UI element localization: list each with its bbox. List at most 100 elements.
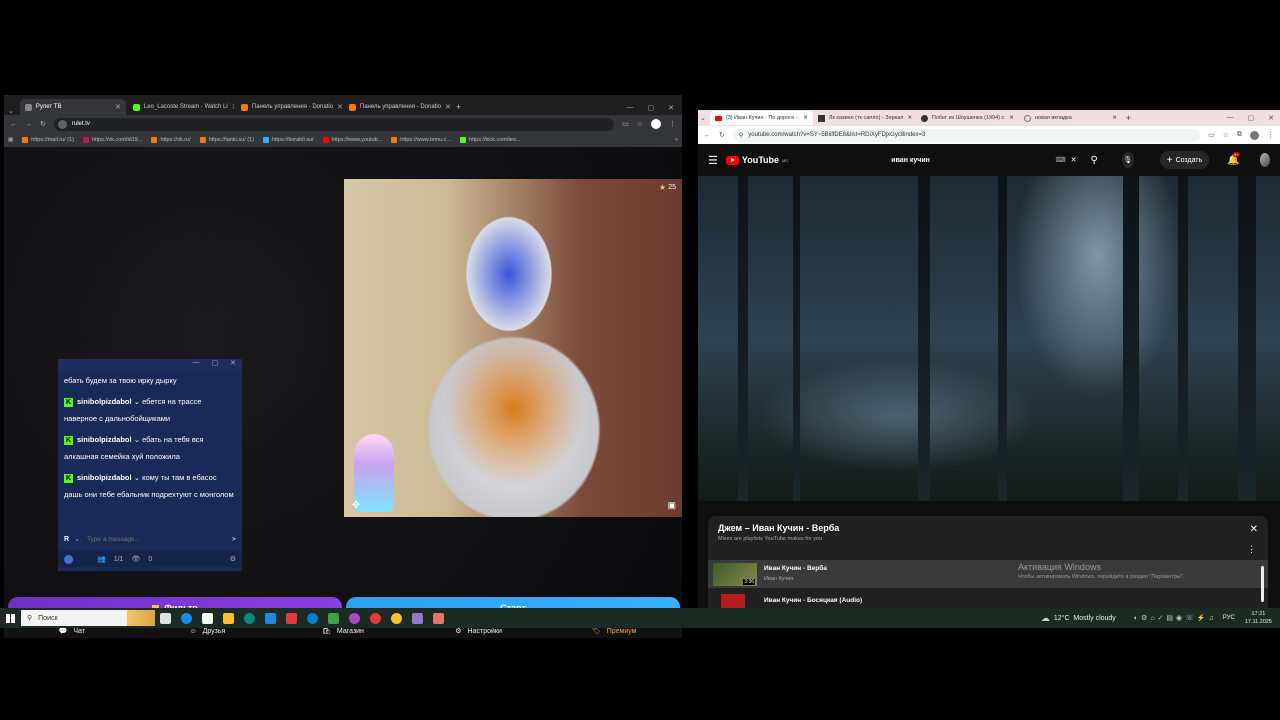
playlist-item[interactable]: 3:36 Иван Кучин - Верба Иван Кучин Актив… bbox=[708, 560, 1268, 588]
clear-search-icon[interactable]: ✕ bbox=[1071, 156, 1077, 164]
close-icon[interactable]: ✕ bbox=[908, 115, 913, 121]
bookmark-item[interactable]: https://vk.com/id19... bbox=[83, 137, 142, 143]
back-icon[interactable]: ← bbox=[704, 132, 711, 139]
bookmark-star-icon[interactable]: ☆ bbox=[1223, 131, 1229, 139]
bookmark-item[interactable]: https://tanki.su/ (1) bbox=[199, 137, 254, 143]
tab-shawshank[interactable]: Побег из Шоушенка (1994) с ✕ bbox=[916, 111, 1019, 125]
tab-search-icon[interactable]: ⌄ bbox=[700, 114, 706, 122]
chrome-icon[interactable] bbox=[370, 612, 381, 624]
terminal-icon[interactable] bbox=[202, 612, 213, 624]
more-vert-icon[interactable]: ⋮ bbox=[1247, 544, 1256, 555]
profile-icon[interactable] bbox=[651, 119, 661, 129]
close-window-icon[interactable]: ✕ bbox=[668, 104, 674, 112]
bookmark-item[interactable]: https://kick.com/leo... bbox=[460, 137, 520, 143]
windows-start-icon[interactable] bbox=[6, 613, 15, 623]
install-icon[interactable]: ▭ bbox=[622, 120, 629, 128]
gear-icon[interactable]: ⚙ bbox=[230, 555, 242, 563]
globe-app-icon[interactable] bbox=[307, 612, 318, 624]
forward-icon[interactable]: → bbox=[25, 121, 32, 128]
chat-badge[interactable]: R bbox=[64, 536, 69, 543]
tab-kick[interactable]: Leo_Lacoste Stream - Watch Li ✕ bbox=[128, 99, 234, 115]
language-indicator[interactable]: РУС bbox=[1223, 615, 1235, 621]
tab-casino[interactable]: Лк казино (тк сапло) - Зеркал ✕ bbox=[813, 111, 916, 125]
close-icon[interactable]: ✕ bbox=[803, 115, 808, 121]
search-icon[interactable]: ⚲ bbox=[1091, 155, 1098, 166]
scrollbar[interactable] bbox=[1261, 566, 1264, 602]
minimize-icon[interactable]: — bbox=[627, 104, 634, 112]
bookmark-star-icon[interactable]: ☆ bbox=[637, 120, 643, 128]
tab-youtube[interactable]: (3) Иван Кучин - По дороге - ✕ bbox=[709, 111, 813, 125]
chevron-down-icon[interactable]: ⌄ bbox=[74, 535, 80, 543]
tab-rulet[interactable]: Рулет ТВ ✕ bbox=[19, 99, 126, 115]
apps-grid-icon[interactable]: ▦ bbox=[8, 137, 13, 143]
close-icon[interactable]: ✕ bbox=[445, 103, 450, 111]
chat-username[interactable]: sinibolpizdabol bbox=[77, 473, 132, 482]
bookmarks-overflow-icon[interactable]: » bbox=[675, 137, 678, 143]
tray-icons[interactable]: ◐⚙⌂✓▤◉☏⚡♫ bbox=[1134, 614, 1217, 622]
url-field[interactable]: rulet.tv bbox=[53, 117, 615, 131]
chevron-down-icon[interactable]: ⌄ bbox=[134, 435, 140, 444]
stream-app-icon[interactable] bbox=[433, 612, 444, 624]
discord-icon[interactable] bbox=[412, 612, 423, 624]
maximize-icon[interactable]: ▢ bbox=[212, 359, 219, 370]
close-icon[interactable]: ✕ bbox=[232, 103, 234, 111]
bookmark-item[interactable]: https://korabli.su/ bbox=[262, 137, 314, 143]
move-icon[interactable]: ✥ bbox=[352, 500, 360, 511]
site-info-icon[interactable]: ⚲ bbox=[739, 132, 743, 139]
chat-username[interactable]: sinibolpizdabol bbox=[77, 397, 132, 406]
copilot-icon[interactable] bbox=[181, 612, 192, 624]
edge-icon[interactable] bbox=[244, 612, 255, 624]
cast-icon[interactable]: ▭ bbox=[1208, 131, 1215, 139]
nav-settings[interactable]: ⚙ Настройки bbox=[411, 627, 547, 636]
tab-new[interactable]: новая вкладка ✕ bbox=[1019, 111, 1122, 125]
close-icon[interactable]: ✕ bbox=[230, 359, 236, 370]
menu-icon[interactable]: ⋮ bbox=[1267, 131, 1274, 139]
task-view-icon[interactable] bbox=[160, 612, 171, 624]
bookmark-item[interactable]: https://www.temu.c... bbox=[391, 137, 451, 143]
chat-message-input[interactable] bbox=[84, 534, 227, 544]
reload-icon[interactable]: ↻ bbox=[719, 131, 725, 139]
clock[interactable]: 17:21 17.11.2025 bbox=[1245, 610, 1272, 626]
nav-premium[interactable]: 🏷 Премиум bbox=[546, 627, 682, 636]
url-field[interactable]: ⚲ youtube.com/watch?v=SY~5BiilfDE8&list=… bbox=[732, 128, 1201, 142]
settings-cog-icon[interactable] bbox=[64, 554, 73, 564]
close-icon[interactable]: ✕ bbox=[1009, 115, 1014, 121]
nav-shop[interactable]: 🛍 Магазин bbox=[275, 627, 411, 636]
ns-app-icon[interactable] bbox=[286, 612, 297, 624]
youtube-logo[interactable]: YouTube MD bbox=[725, 155, 788, 165]
steam-icon[interactable] bbox=[265, 612, 276, 624]
close-icon[interactable]: ✕ bbox=[1250, 524, 1258, 535]
new-tab-plus-icon[interactable]: + bbox=[1126, 113, 1131, 123]
create-button[interactable]: + Создать bbox=[1159, 151, 1210, 169]
youtube-search-box[interactable]: иван кучин ⌨ ✕ bbox=[891, 151, 1076, 169]
close-icon[interactable]: ✕ bbox=[337, 103, 342, 111]
weather-text[interactable]: 12°C Mostly cloudy bbox=[1054, 615, 1116, 622]
tab-donation-1[interactable]: Панель управления - Donatio ✕ bbox=[236, 99, 342, 115]
tab-donation-2[interactable]: Панель управления - Donatio ✕ bbox=[344, 99, 450, 115]
obs-icon[interactable] bbox=[391, 612, 402, 624]
bell-icon[interactable]: 🔔 9+ bbox=[1227, 151, 1240, 166]
bookmark-item[interactable]: https://www.youtub... bbox=[322, 137, 382, 143]
maximize-icon[interactable]: ▢ bbox=[1248, 114, 1255, 122]
keyboard-icon[interactable]: ⌨ bbox=[1056, 156, 1066, 164]
new-tab-plus-icon[interactable]: + bbox=[456, 102, 461, 112]
record-app-icon[interactable] bbox=[349, 612, 360, 624]
chevron-down-icon[interactable]: ⌄ bbox=[134, 473, 140, 482]
maximize-icon[interactable]: ▢ bbox=[648, 104, 655, 112]
menu-icon[interactable]: ⋮ bbox=[669, 120, 676, 128]
back-icon[interactable]: ← bbox=[10, 121, 17, 128]
mic-icon[interactable]: 🎙 bbox=[1121, 152, 1134, 168]
tab-search-icon[interactable]: ⌄ bbox=[8, 107, 14, 115]
close-icon[interactable]: ✕ bbox=[1112, 115, 1117, 121]
reload-icon[interactable]: ↻ bbox=[40, 120, 46, 128]
extensions-icon[interactable]: ⧉ bbox=[1237, 131, 1242, 139]
close-window-icon[interactable]: ✕ bbox=[1268, 114, 1274, 122]
game-app-icon[interactable] bbox=[328, 612, 339, 624]
chevron-down-icon[interactable]: ⌄ bbox=[134, 397, 140, 406]
playlist-item[interactable]: Иван Кучин - Босяцкая (Audio) bbox=[708, 591, 1268, 608]
nav-friends[interactable]: ☺ Друзья bbox=[140, 628, 276, 635]
site-info-icon[interactable] bbox=[57, 119, 67, 129]
close-icon[interactable]: ✕ bbox=[115, 103, 121, 111]
bookmark-item[interactable]: https://ok.ru/ bbox=[151, 137, 191, 143]
youtube-video-player[interactable] bbox=[698, 176, 1280, 501]
